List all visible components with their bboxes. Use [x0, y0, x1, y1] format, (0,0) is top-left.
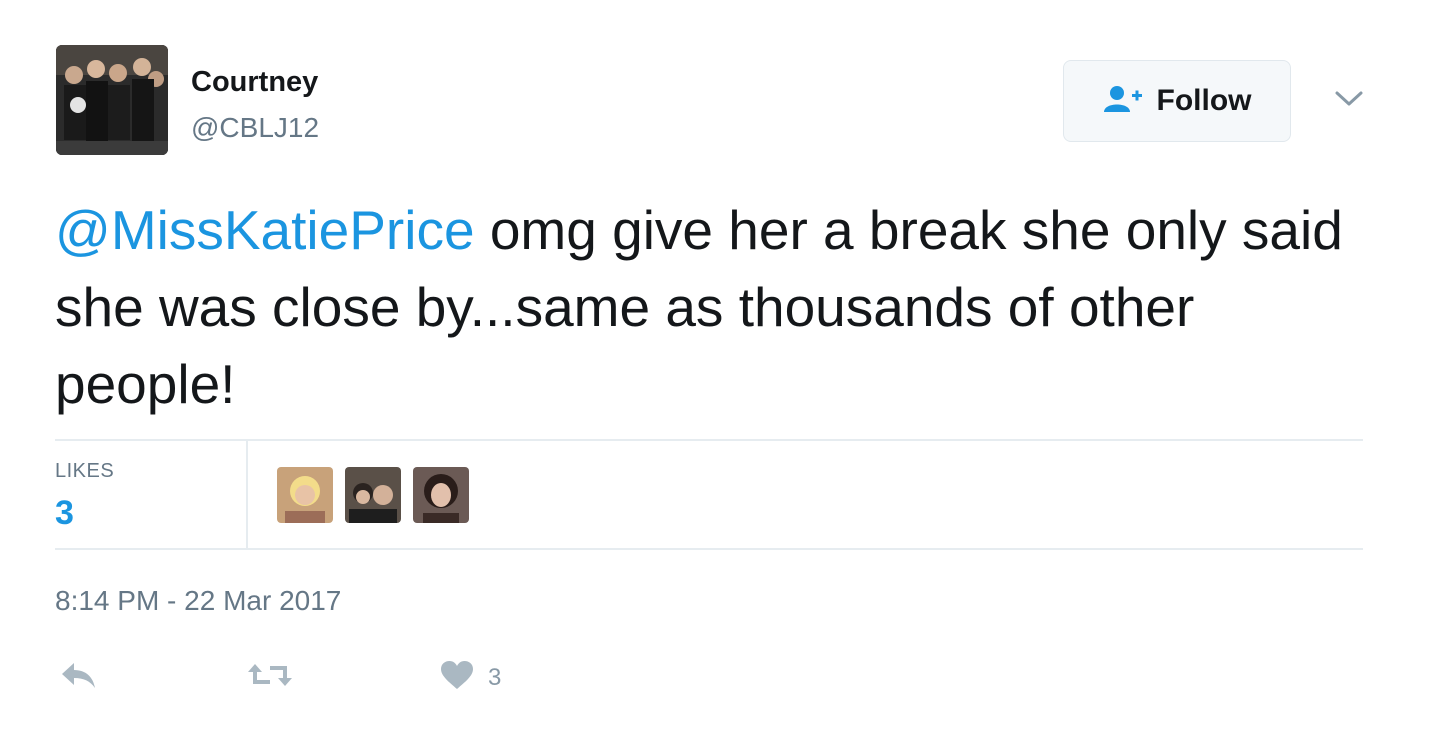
stats-bottom-divider: [55, 548, 1363, 550]
follow-button-label: Follow: [1156, 84, 1252, 117]
liker-avatar[interactable]: [277, 467, 333, 523]
likes-label: LIKES: [55, 460, 115, 482]
stats-top-divider: [55, 439, 1363, 441]
follow-button[interactable]: Follow: [1063, 60, 1291, 142]
reply-icon: [60, 660, 98, 695]
likes-count[interactable]: 3: [55, 494, 74, 533]
stats-vertical-divider: [246, 441, 248, 549]
retweet-icon: [246, 660, 294, 695]
like-button[interactable]: 3: [440, 660, 501, 695]
tweet-timestamp[interactable]: 8:14 PM - 22 Mar 2017: [55, 585, 341, 617]
liker-avatar[interactable]: [413, 467, 469, 523]
author-avatar[interactable]: [56, 45, 168, 155]
retweet-button[interactable]: [246, 660, 294, 695]
tweet-text: @MissKatiePrice omg give her a break she…: [55, 192, 1375, 423]
mention-link[interactable]: @MissKatiePrice: [55, 199, 475, 261]
like-action-count: 3: [488, 663, 502, 691]
author-name[interactable]: Courtney: [191, 66, 318, 99]
liker-avatar[interactable]: [345, 467, 401, 523]
follow-user-icon: [1103, 84, 1143, 119]
reply-button[interactable]: [60, 660, 98, 695]
chevron-down-icon[interactable]: [1332, 84, 1366, 114]
author-handle[interactable]: @CBLJ12: [191, 112, 319, 144]
heart-icon: [440, 660, 474, 695]
